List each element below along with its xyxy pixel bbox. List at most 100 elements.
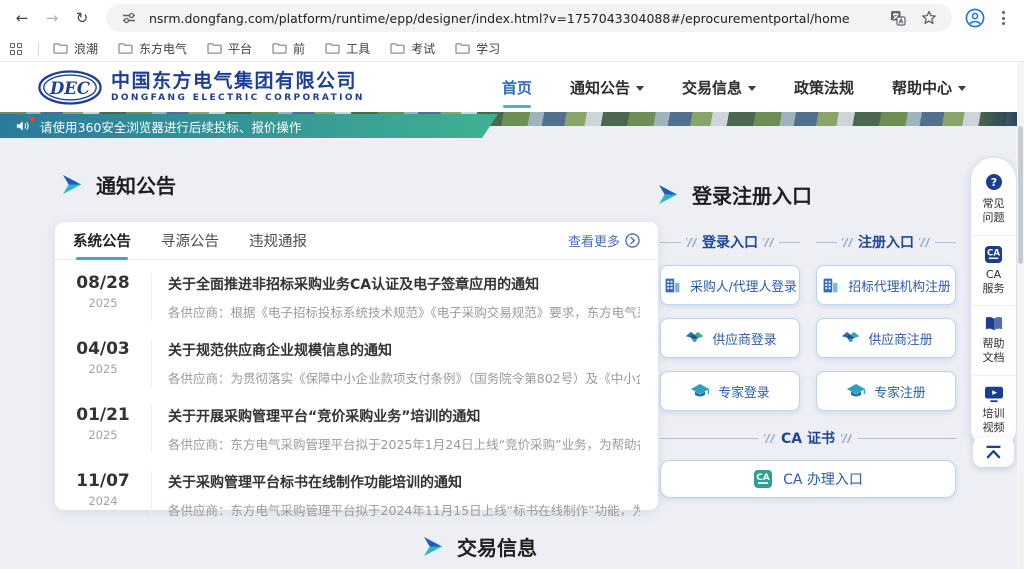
bookmark-label: 考试 [411, 40, 435, 57]
bookmark-folder[interactable]: 平台 [207, 40, 252, 57]
reload-icon[interactable]: ↻ [70, 6, 94, 30]
notice-summary: 各供应商：东方电气采购管理平台拟于2025年1月24日上线“竞价采购”业务，为帮… [168, 434, 640, 453]
handshake-icon [840, 330, 861, 346]
button-label: 招标代理机构注册 [848, 276, 950, 295]
notice-row[interactable]: 04/03 2025 关于规范供应商企业规模信息的通知 各供应商：为贯彻落实《保… [55, 330, 658, 396]
expert-register-button[interactable]: 专家注册 [816, 371, 956, 411]
site-info-icon[interactable] [118, 7, 140, 29]
screen: ← → ↻ nsrm.dongfang.com/platform/runtime… [0, 0, 1024, 569]
bookmark-folder[interactable]: 东方电气 [118, 40, 187, 57]
building-icon [821, 276, 840, 295]
notice-date-year: 2025 [55, 428, 151, 442]
view-more-link[interactable]: 查看更多 [568, 231, 640, 250]
notice-summary: 各供应商：为贯彻落实《保障中小企业款项支付条例》（国务院令第802号）及《中小企… [168, 368, 640, 387]
bookmark-star-icon[interactable] [918, 7, 940, 29]
alert-dot [30, 117, 35, 122]
supplier-register-button[interactable]: 供应商注册 [816, 318, 956, 358]
button-label: 专家注册 [874, 382, 925, 401]
url-text[interactable]: nsrm.dongfang.com/platform/runtime/epp/d… [149, 11, 878, 26]
notice-date-md: 11/07 [55, 471, 151, 491]
folder-icon [272, 42, 287, 55]
tab-sourcing-notices[interactable]: 寻源公告 [161, 222, 219, 259]
chevron-down-icon [636, 86, 644, 91]
company-logo[interactable]: 中国东方电气集团有限公司 DONGFANG ELECTRIC CORPORATI… [38, 70, 365, 105]
button-label: 供应商登录 [713, 329, 777, 348]
nav-label: 帮助中心 [892, 77, 952, 98]
building-icon [663, 276, 682, 295]
notice-row[interactable]: 11/07 2024 关于采购管理平台标书在线制作功能培训的通知 各供应商：东方… [55, 462, 658, 528]
tab-system-notices[interactable]: 系统公告 [73, 222, 131, 259]
notice-summary: 各供应商：东方电气采购管理平台拟于2024年11月15日上线“标书在线制作”功能… [168, 500, 640, 519]
nav-item-notices[interactable]: 通知公告 [570, 71, 644, 104]
notice-title[interactable]: 关于规范供应商企业规模信息的通知 [168, 340, 640, 360]
nav-label: 政策法规 [794, 77, 854, 98]
chevron-down-icon [748, 86, 756, 91]
notice-date: 11/07 2024 [55, 471, 151, 508]
forward-icon[interactable]: → [40, 6, 64, 30]
register-group-label: 注册入口 [858, 232, 914, 252]
trade-section-title: 交易信息 [0, 532, 960, 561]
ca-group-header: CA 证书 [660, 428, 956, 448]
folder-icon [325, 42, 340, 55]
section-title-text: 交易信息 [457, 532, 537, 561]
nav-item-help-center[interactable]: 帮助中心 [892, 71, 966, 104]
browser-menu-icon[interactable] [992, 11, 1014, 25]
section-arrow-icon [62, 175, 83, 194]
question-icon [984, 173, 1004, 193]
bookmark-folder[interactable]: 浪潮 [53, 40, 98, 57]
ca-apply-button[interactable]: CA 办理入口 [660, 460, 956, 498]
nav-item-trade-info[interactable]: 交易信息 [682, 71, 756, 104]
page-scrollbar[interactable] [1017, 62, 1024, 569]
graduation-cap-icon [846, 383, 866, 400]
bookmark-folder[interactable]: 工具 [325, 40, 370, 57]
notice-date-md: 04/03 [55, 339, 151, 359]
folder-icon [455, 42, 470, 55]
bookmark-label: 浪潮 [74, 40, 98, 57]
ca-card-icon [984, 245, 1003, 264]
hatch-decor [763, 238, 774, 247]
graduation-cap-icon [690, 383, 710, 400]
purchaser-login-button[interactable]: 采购人/代理人登录 [660, 265, 800, 305]
hatch-decor [842, 238, 853, 247]
sidebar-item-ca-service[interactable]: CA 服务 [971, 235, 1016, 306]
sidebar-item-training-videos[interactable]: 培训 视频 [971, 375, 1016, 445]
sidebar-item-help-docs[interactable]: 帮助 文档 [971, 305, 1016, 375]
notice-title[interactable]: 关于全面推进非招标采购业务CA认证及电子签章应用的通知 [168, 274, 640, 294]
login-group-label: 登录入口 [702, 232, 758, 252]
nav-item-home[interactable]: 首页 [502, 71, 532, 104]
notice-list: 08/28 2025 关于全面推进非招标采购业务CA认证及电子签章应用的通知 各… [55, 260, 658, 528]
browser-notice-ticker: 请使用360安全浏览器进行后续投标、报价操作 [0, 114, 498, 138]
supplier-login-button[interactable]: 供应商登录 [660, 318, 800, 358]
bookmark-folder[interactable]: 考试 [390, 40, 435, 57]
address-bar[interactable]: nsrm.dongfang.com/platform/runtime/epp/d… [106, 4, 952, 32]
video-icon [984, 385, 1004, 403]
bookmark-folder[interactable]: 学习 [455, 40, 500, 57]
notice-title[interactable]: 关于采购管理平台标书在线制作功能培训的通知 [168, 472, 640, 492]
button-label: 采购人/代理人登录 [690, 276, 797, 295]
apps-grid-icon[interactable] [10, 43, 22, 55]
notice-title[interactable]: 关于开展采购管理平台“竞价采购业务”培训的通知 [168, 406, 640, 426]
notice-summary: 各供应商：根据《电子招标投标系统技术规范》《电子采购交易规范》要求，东方电气采购… [168, 302, 640, 321]
login-group-header: 登录入口 [660, 232, 800, 252]
login-section-title: 登录注册入口 [658, 180, 812, 209]
expert-login-button[interactable]: 专家登录 [660, 371, 800, 411]
folder-icon [390, 42, 405, 55]
register-group-header: 注册入口 [816, 232, 956, 252]
hatch-decor [686, 238, 697, 247]
bookmark-folder[interactable]: 前 [272, 40, 305, 57]
nav-item-policies[interactable]: 政策法规 [794, 71, 854, 104]
notice-date-md: 01/21 [55, 405, 151, 425]
notice-row[interactable]: 08/28 2025 关于全面推进非招标采购业务CA认证及电子签章应用的通知 各… [55, 264, 658, 330]
notice-row[interactable]: 01/21 2025 关于开展采购管理平台“竞价采购业务”培训的通知 各供应商：… [55, 396, 658, 462]
scrollbar-thumb[interactable] [1018, 126, 1023, 264]
back-icon[interactable]: ← [10, 6, 34, 30]
sidebar-item-faq[interactable]: 常见 问题 [971, 164, 1016, 235]
company-name-en: DONGFANG ELECTRIC CORPORATION [111, 93, 365, 103]
agency-register-button[interactable]: 招标代理机构注册 [816, 265, 956, 305]
back-to-top-button[interactable] [973, 437, 1014, 467]
profile-avatar-icon[interactable] [964, 7, 986, 29]
sidebar-item-label: CA 服务 [983, 268, 1005, 297]
translate-icon[interactable] [887, 7, 909, 29]
ca-badge-icon [753, 469, 773, 489]
tab-violation-reports[interactable]: 违规通报 [249, 222, 307, 259]
